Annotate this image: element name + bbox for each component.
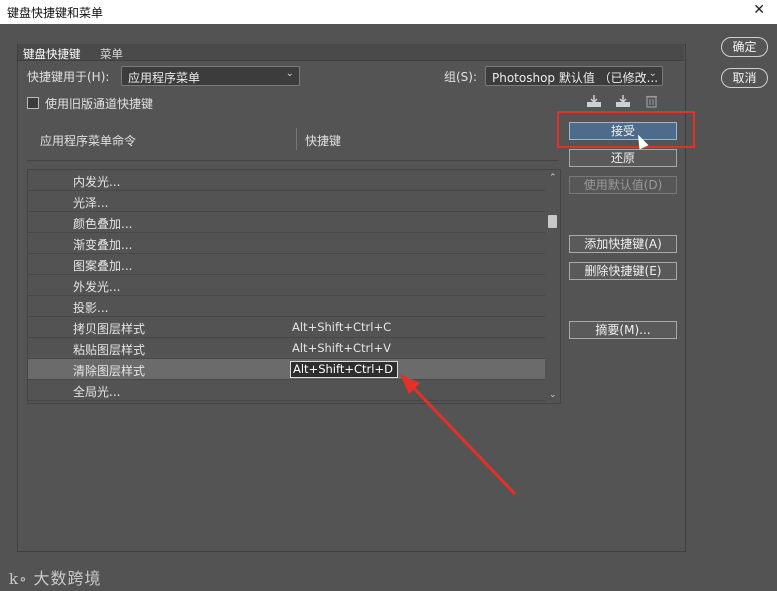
annotation-arrow-icon [400,374,517,496]
watermark-text: 大数跨境 [33,569,102,588]
watermark-icon: k∘ [9,570,28,588]
watermark-logo: k∘ 大数跨境 [9,565,102,589]
